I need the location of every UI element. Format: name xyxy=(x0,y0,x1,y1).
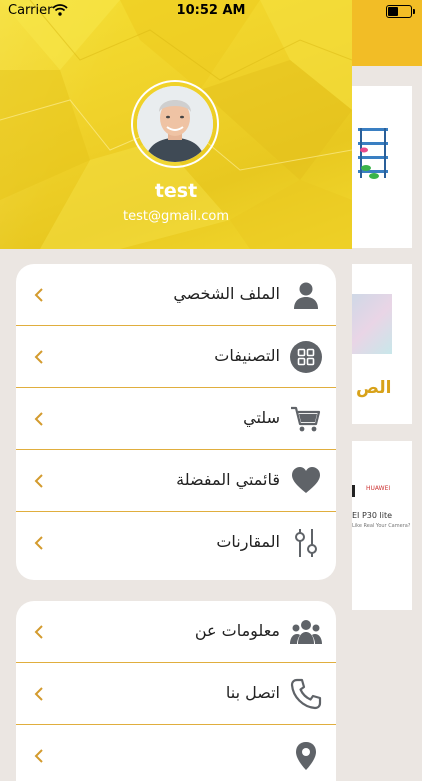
heart-icon xyxy=(292,467,320,493)
chevron-left-icon xyxy=(34,687,43,701)
secondary-menu-card: معلومات عن اتصل بنا xyxy=(16,601,336,781)
menu-item-label: معلومات عن xyxy=(194,621,280,640)
menu-item-label: قائمتي المفضلة xyxy=(176,470,280,489)
menu-item-profile[interactable]: الملف الشخصي xyxy=(16,264,336,326)
profile-photo xyxy=(137,86,213,162)
avatar xyxy=(137,86,213,162)
menu-item-comparisons[interactable]: المقارنات xyxy=(16,512,336,574)
menu-item-label: الملف الشخصي xyxy=(173,284,280,303)
primary-menu-card: الملف الشخصي التصنيفات سلتي قائمتي المفض… xyxy=(16,264,336,580)
menu-item-categories[interactable]: التصنيفات xyxy=(16,326,336,388)
battery-icon xyxy=(386,5,415,18)
user-name: test xyxy=(154,180,198,202)
status-bar: Carrier 10:52 AM xyxy=(0,0,422,22)
menu-item-wishlist[interactable]: قائمتي المفضلة xyxy=(16,450,336,512)
cart-icon xyxy=(291,406,321,432)
menu-item-contact[interactable]: اتصل بنا xyxy=(16,663,336,725)
sliders-icon xyxy=(295,529,317,557)
menu-item-about[interactable]: معلومات عن xyxy=(16,601,336,663)
menu-item-label: التصنيفات xyxy=(214,346,280,365)
product-model: EI P30 lite xyxy=(352,511,393,520)
avatar-ring[interactable] xyxy=(131,80,219,168)
navigation-drawer: test test@gmail.com الملف الشخصي التصنيف… xyxy=(0,0,352,781)
chevron-left-icon xyxy=(34,536,43,550)
background-product-card[interactable] xyxy=(352,86,412,248)
chevron-left-icon xyxy=(34,350,43,364)
chevron-left-icon xyxy=(34,412,43,426)
menu-item-label: سلتي xyxy=(243,408,280,427)
user-icon xyxy=(294,282,318,309)
product-photo xyxy=(352,294,392,354)
chevron-left-icon xyxy=(34,625,43,639)
drawer-header: test test@gmail.com xyxy=(0,0,352,249)
phone-icon xyxy=(290,678,322,710)
background-product-card[interactable]: الص xyxy=(352,264,412,424)
brand-logo: HUAWEI xyxy=(366,485,391,492)
menu-item-cart[interactable]: سلتي xyxy=(16,388,336,450)
grid-icon xyxy=(290,341,322,373)
shoe-rack-image xyxy=(358,128,388,179)
brand-mark xyxy=(352,485,355,497)
group-icon xyxy=(290,620,322,644)
chevron-left-icon xyxy=(34,474,43,488)
chevron-left-icon xyxy=(34,288,43,302)
chevron-left-icon xyxy=(34,749,43,763)
menu-item-location[interactable] xyxy=(16,725,336,781)
battery-level xyxy=(388,7,398,16)
menu-item-label: المقارنات xyxy=(216,532,280,551)
location-icon xyxy=(296,742,316,770)
clock: 10:52 AM xyxy=(176,3,246,18)
user-email: test@gmail.com xyxy=(123,209,229,224)
menu-item-label: اتصل بنا xyxy=(225,683,280,702)
product-title: الص xyxy=(356,378,392,398)
background-product-card[interactable]: HUAWEI EI P30 lite Like Real Your Camera… xyxy=(352,441,412,610)
product-tagline: Like Real Your Camera? xyxy=(352,523,411,529)
